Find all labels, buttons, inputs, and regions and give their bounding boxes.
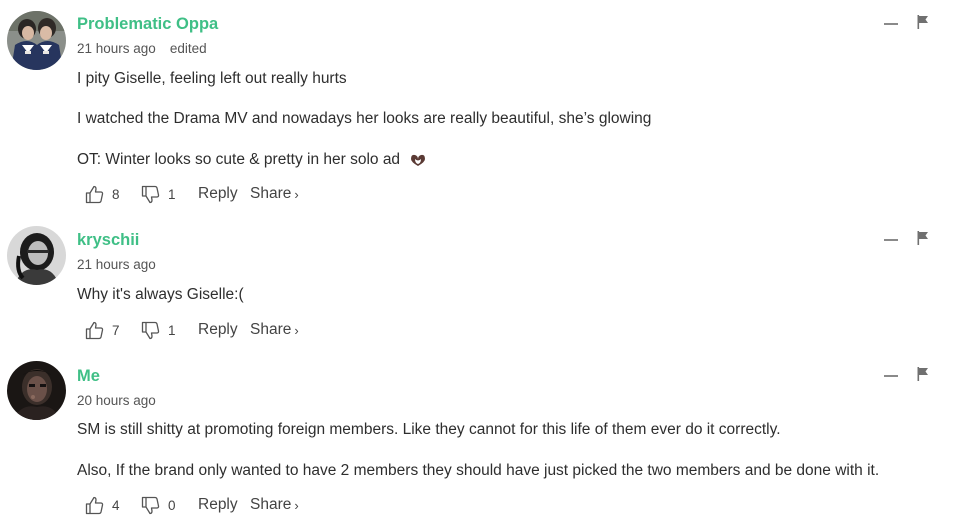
avatar[interactable] — [7, 11, 66, 70]
avatar-image — [7, 226, 66, 285]
like-count: 7 — [112, 322, 120, 338]
comment-meta: 21 hours ago — [77, 257, 156, 272]
thumbs-up-icon — [85, 496, 104, 515]
thumbs-up-icon — [85, 321, 104, 340]
chevron-right-icon: › — [294, 186, 299, 202]
comment-text: SM is still shitty at promoting foreign … — [77, 421, 781, 438]
avatar-image — [7, 361, 66, 420]
share-label: Share — [250, 321, 292, 338]
flag-icon[interactable] — [917, 367, 929, 381]
thumbs-up-icon — [85, 185, 104, 204]
timestamp[interactable]: 20 hours ago — [77, 393, 156, 408]
like-button[interactable]: 4 — [85, 496, 141, 515]
thumbs-down-icon — [141, 496, 160, 515]
comment-text: I watched the Drama MV and nowadays her … — [77, 110, 652, 127]
thumbs-down-icon — [141, 185, 160, 204]
timestamp[interactable]: 21 hours ago — [77, 257, 156, 272]
dislike-count: 1 — [168, 322, 176, 338]
avatar[interactable] — [7, 226, 66, 285]
share-label: Share — [250, 185, 292, 202]
dislike-count: 0 — [168, 497, 176, 513]
minus-icon[interactable] — [884, 239, 898, 241]
timestamp[interactable]: 21 hours ago — [77, 41, 156, 56]
like-count: 8 — [112, 186, 120, 202]
edited-label: edited — [169, 41, 207, 56]
heart-hands-emoji-icon — [409, 153, 427, 167]
comment-text: Also, If the brand only wanted to have 2… — [77, 462, 880, 479]
share-label: Share — [250, 496, 292, 513]
comment-text-with-emoji: OT: Winter looks so cute & pretty in her… — [77, 151, 427, 169]
flag-icon[interactable] — [917, 231, 929, 245]
dislike-button[interactable]: 1 — [141, 185, 198, 204]
comment-meta: 20 hours ago — [77, 393, 156, 408]
comment-actions: 8 1 Reply Share › — [85, 183, 299, 205]
dislike-button[interactable]: 0 — [141, 496, 198, 515]
avatar-image — [7, 11, 66, 70]
author-name[interactable]: Me — [77, 367, 100, 386]
comment-actions: 4 0 Reply Share › — [85, 494, 299, 516]
minus-icon[interactable] — [884, 375, 898, 377]
avatar[interactable] — [7, 361, 66, 420]
like-count: 4 — [112, 497, 120, 513]
comment: Me 20 hours ago SM is still shitty at pr… — [0, 361, 959, 521]
comment-text: I pity Giselle, feeling left out really … — [77, 70, 347, 87]
like-button[interactable]: 7 — [85, 321, 141, 340]
thumbs-down-icon — [141, 321, 160, 340]
like-button[interactable]: 8 — [85, 185, 141, 204]
chevron-right-icon: › — [294, 322, 299, 338]
chevron-right-icon: › — [294, 497, 299, 513]
reply-button[interactable]: Reply — [198, 185, 250, 203]
minus-icon[interactable] — [884, 23, 898, 25]
dislike-button[interactable]: 1 — [141, 321, 198, 340]
comment-text: Why it's always Giselle:( — [77, 286, 244, 303]
reply-button[interactable]: Reply — [198, 321, 250, 339]
share-button[interactable]: Share › — [250, 185, 299, 203]
author-name[interactable]: kryschii — [77, 231, 139, 250]
comment-meta: 21 hours ago edited — [77, 41, 207, 56]
comment-text: OT: Winter looks so cute & pretty in her… — [77, 151, 401, 168]
comment: kryschii 21 hours ago Why it's always Gi… — [0, 225, 959, 345]
comment: Problematic Oppa 21 hours ago edited I pi… — [0, 9, 959, 209]
reply-button[interactable]: Reply — [198, 496, 250, 514]
share-button[interactable]: Share › — [250, 496, 299, 514]
author-name[interactable]: Problematic Oppa — [77, 15, 218, 34]
flag-icon[interactable] — [917, 15, 929, 29]
share-button[interactable]: Share › — [250, 321, 299, 339]
comment-actions: 7 1 Reply Share › — [85, 319, 299, 341]
dislike-count: 1 — [168, 186, 176, 202]
